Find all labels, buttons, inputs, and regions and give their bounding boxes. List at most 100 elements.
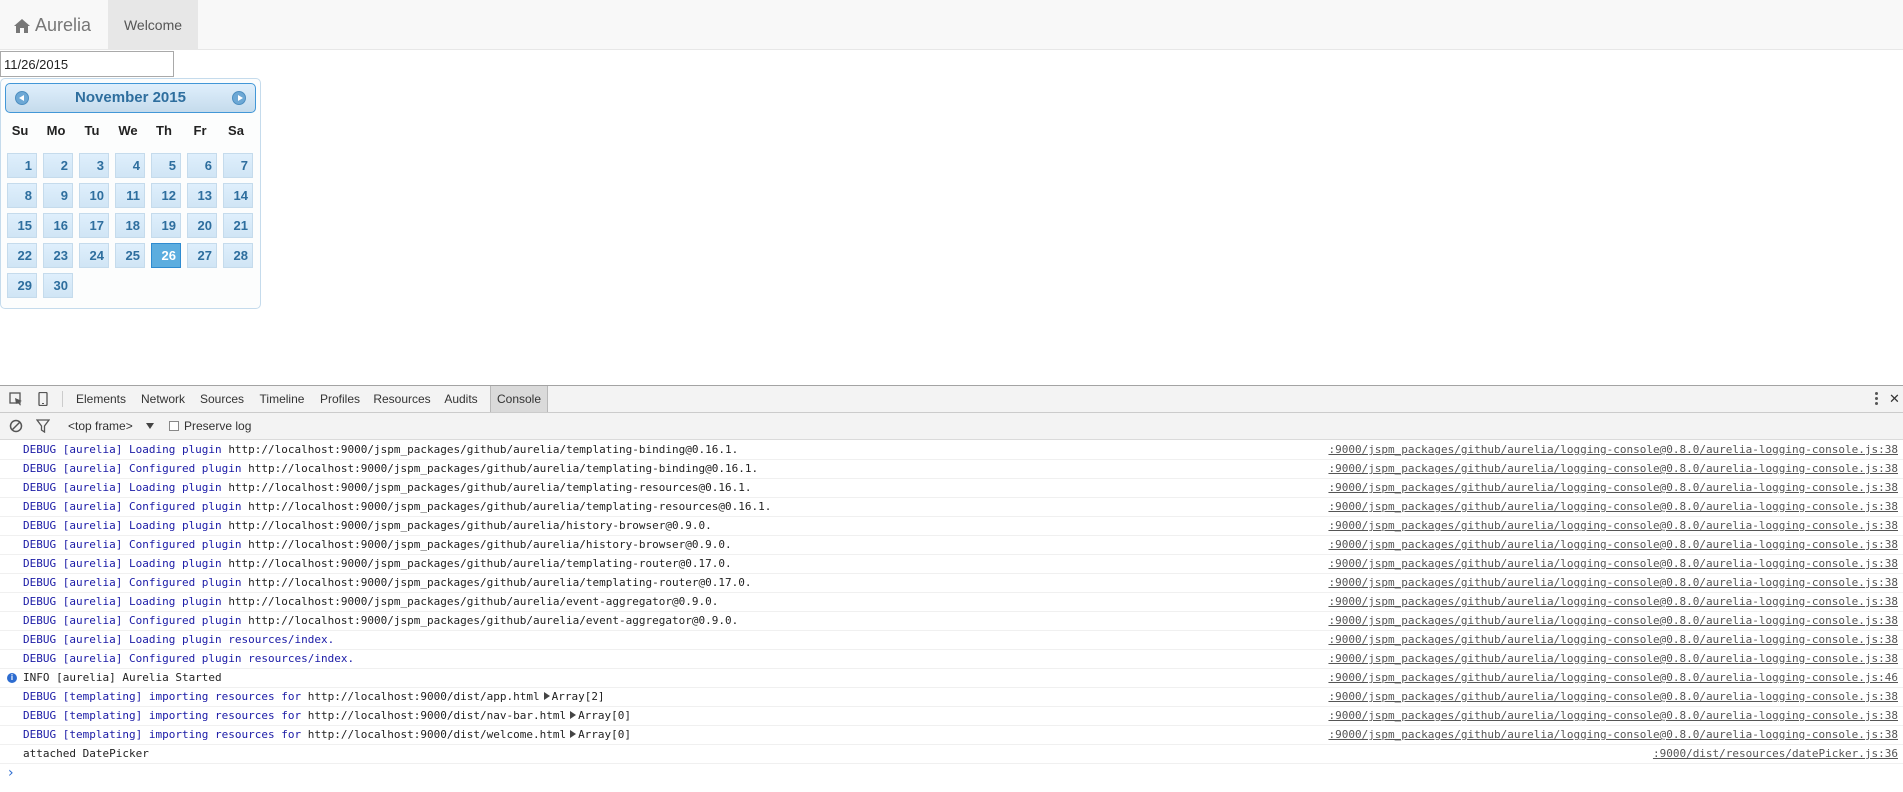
source-link[interactable]: :9000/jspm_packages/github/aurelia/loggi… — [1328, 631, 1898, 649]
calendar-day[interactable]: 27 — [187, 243, 217, 268]
console-message-text: DEBUG [templating] importing resources f… — [23, 726, 631, 744]
source-link[interactable]: :9000/jspm_packages/github/aurelia/loggi… — [1328, 688, 1898, 706]
message-url[interactable]: http://localhost:9000/jspm_packages/gith… — [228, 519, 711, 532]
console-message: DEBUG [aurelia] Configured plugin http:/… — [0, 460, 1903, 479]
calendar-day[interactable]: 11 — [115, 183, 145, 208]
calendar-day[interactable]: 23 — [43, 243, 73, 268]
source-link[interactable]: :9000/jspm_packages/github/aurelia/loggi… — [1328, 460, 1898, 478]
message-url[interactable]: http://localhost:9000/jspm_packages/gith… — [248, 614, 738, 627]
tab-network[interactable]: Network — [135, 386, 191, 412]
source-link[interactable]: :9000/dist/resources/datePicker.js:36 — [1653, 745, 1898, 763]
tab-console[interactable]: Console — [490, 386, 548, 412]
clear-console-icon[interactable] — [9, 419, 23, 433]
console-prompt-row[interactable]: › — [0, 764, 1903, 783]
calendar-day[interactable]: 8 — [7, 183, 37, 208]
calendar-day[interactable]: 9 — [43, 183, 73, 208]
source-link[interactable]: :9000/jspm_packages/github/aurelia/loggi… — [1328, 726, 1898, 744]
source-link[interactable]: :9000/jspm_packages/github/aurelia/loggi… — [1328, 707, 1898, 725]
message-url[interactable]: http://localhost:9000/jspm_packages/gith… — [228, 443, 738, 456]
filter-icon[interactable] — [36, 419, 50, 433]
calendar-day[interactable]: 7 — [223, 153, 253, 178]
message-url[interactable]: http://localhost:9000/jspm_packages/gith… — [228, 557, 731, 570]
calendar-day[interactable]: 29 — [7, 273, 37, 298]
source-link[interactable]: :9000/jspm_packages/github/aurelia/loggi… — [1328, 536, 1898, 554]
console-message: DEBUG [aurelia] Loading plugin http://lo… — [0, 479, 1903, 498]
calendar-day[interactable]: 30 — [43, 273, 73, 298]
message-url[interactable]: http://localhost:9000/jspm_packages/gith… — [248, 576, 751, 589]
calendar-day[interactable]: 2 — [43, 153, 73, 178]
expand-triangle-icon[interactable] — [543, 692, 550, 700]
calendar-day[interactable]: 15 — [7, 213, 37, 238]
frame-selector[interactable]: <top frame> — [68, 413, 133, 439]
frame-dropdown-icon[interactable] — [146, 423, 154, 429]
message-url[interactable]: http://localhost:9000/dist/welcome.html — [308, 728, 566, 741]
calendar-day[interactable]: 19 — [151, 213, 181, 238]
close-devtools-icon[interactable]: ✕ — [1889, 386, 1903, 412]
tab-resources[interactable]: Resources — [370, 386, 434, 412]
message-url[interactable]: http://localhost:9000/jspm_packages/gith… — [248, 462, 758, 475]
message-url[interactable]: http://localhost:9000/jspm_packages/gith… — [228, 481, 751, 494]
message-url[interactable]: http://localhost:9000/jspm_packages/gith… — [248, 500, 771, 513]
calendar-day[interactable]: 4 — [115, 153, 145, 178]
device-mode-icon[interactable] — [36, 392, 50, 406]
weekday-header: Mo — [46, 123, 66, 138]
source-link[interactable]: :9000/jspm_packages/github/aurelia/loggi… — [1328, 555, 1898, 573]
preserve-log-checkbox[interactable] — [169, 421, 179, 431]
inspect-element-icon[interactable] — [9, 392, 23, 406]
source-link[interactable]: :9000/jspm_packages/github/aurelia/loggi… — [1328, 612, 1898, 630]
calendar-day[interactable]: 28 — [223, 243, 253, 268]
calendar-day[interactable]: 10 — [79, 183, 109, 208]
message-prefix: DEBUG [templating] importing resources f… — [23, 728, 308, 741]
nav-welcome-link[interactable]: Welcome — [108, 0, 198, 50]
more-options-icon[interactable] — [1875, 392, 1879, 406]
message-url[interactable]: http://localhost:9000/dist/app.html — [308, 690, 540, 703]
calendar-day[interactable]: 25 — [115, 243, 145, 268]
calendar-day[interactable]: 12 — [151, 183, 181, 208]
tab-elements[interactable]: Elements — [70, 386, 132, 412]
calendar-day[interactable]: 5 — [151, 153, 181, 178]
selected-day[interactable]: 26 — [151, 243, 181, 268]
source-link[interactable]: :9000/jspm_packages/github/aurelia/loggi… — [1328, 669, 1898, 687]
array-object[interactable]: Array[0] — [578, 709, 631, 722]
message-url[interactable]: http://localhost:9000/dist/nav-bar.html — [308, 709, 566, 722]
message-url[interactable]: http://localhost:9000/jspm_packages/gith… — [248, 538, 731, 551]
calendar-day[interactable]: 20 — [187, 213, 217, 238]
message-prefix: DEBUG [aurelia] Configured plugin resour… — [23, 652, 355, 665]
tab-timeline[interactable]: Timeline — [254, 386, 310, 412]
source-link[interactable]: :9000/jspm_packages/github/aurelia/loggi… — [1328, 517, 1898, 535]
calendar-day[interactable]: 21 — [223, 213, 253, 238]
console-message-text: DEBUG [aurelia] Configured plugin http:/… — [23, 536, 732, 554]
calendar-day[interactable]: 17 — [79, 213, 109, 238]
calendar-day[interactable]: 6 — [187, 153, 217, 178]
tab-audits[interactable]: Audits — [440, 386, 482, 412]
array-object[interactable]: Array[0] — [578, 728, 631, 741]
source-link[interactable]: :9000/jspm_packages/github/aurelia/loggi… — [1328, 479, 1898, 497]
calendar-day[interactable]: 14 — [223, 183, 253, 208]
tab-sources[interactable]: Sources — [196, 386, 248, 412]
source-link[interactable]: :9000/jspm_packages/github/aurelia/loggi… — [1328, 498, 1898, 516]
console-message: i INFO [aurelia] Aurelia Started:9000/jsp… — [0, 669, 1903, 688]
brand-link[interactable]: Aurelia — [14, 0, 91, 50]
tab-profiles[interactable]: Profiles — [316, 386, 364, 412]
console-message-text: DEBUG [templating] importing resources f… — [23, 707, 631, 725]
next-month-icon[interactable] — [232, 91, 246, 105]
array-object[interactable]: Array[2] — [552, 690, 605, 703]
source-link[interactable]: :9000/jspm_packages/github/aurelia/loggi… — [1328, 650, 1898, 668]
calendar-day[interactable]: 13 — [187, 183, 217, 208]
calendar-day[interactable]: 3 — [79, 153, 109, 178]
source-link[interactable]: :9000/jspm_packages/github/aurelia/loggi… — [1328, 441, 1898, 459]
message-prefix: DEBUG [templating] importing resources f… — [23, 709, 308, 722]
message-prefix: DEBUG [aurelia] Configured plugin — [23, 500, 249, 513]
calendar-day[interactable]: 1 — [7, 153, 37, 178]
calendar-day[interactable]: 24 — [79, 243, 109, 268]
source-link[interactable]: :9000/jspm_packages/github/aurelia/loggi… — [1328, 574, 1898, 592]
expand-triangle-icon[interactable] — [570, 711, 577, 719]
calendar-day[interactable]: 22 — [7, 243, 37, 268]
message-url[interactable]: http://localhost:9000/jspm_packages/gith… — [228, 595, 718, 608]
expand-triangle-icon[interactable] — [570, 730, 577, 738]
source-link[interactable]: :9000/jspm_packages/github/aurelia/loggi… — [1328, 593, 1898, 611]
console-message-text: DEBUG [aurelia] Configured plugin http:/… — [23, 498, 771, 516]
calendar-day[interactable]: 16 — [43, 213, 73, 238]
date-input[interactable] — [0, 51, 174, 77]
calendar-day[interactable]: 18 — [115, 213, 145, 238]
